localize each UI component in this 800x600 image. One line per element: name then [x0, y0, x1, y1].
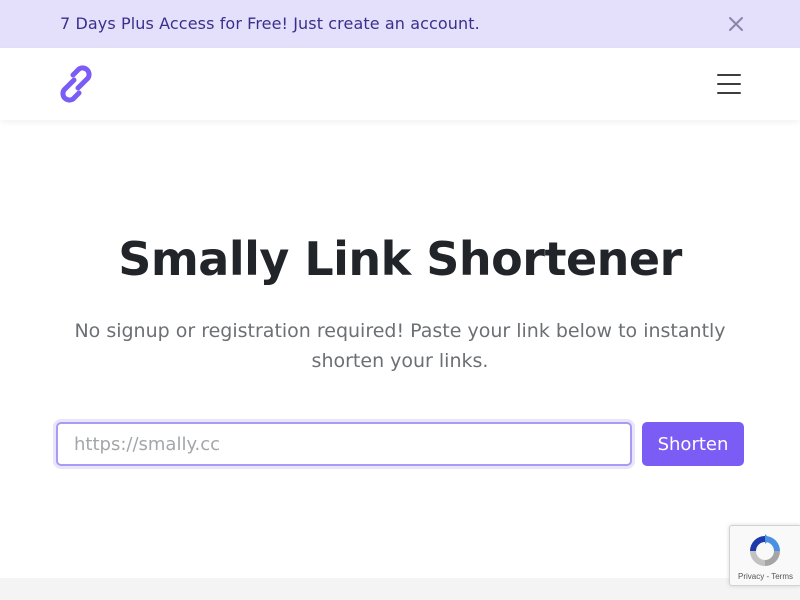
page-subtitle: No signup or registration required! Past… — [74, 320, 726, 372]
shorten-button[interactable]: Shorten — [642, 422, 744, 466]
promo-banner: 7 Days Plus Access for Free! Just create… — [0, 0, 800, 48]
recaptcha-icon — [746, 532, 784, 570]
recaptcha-terms-link[interactable]: Terms — [771, 572, 793, 581]
chain-link-icon[interactable] — [52, 62, 100, 106]
url-input[interactable] — [56, 422, 632, 466]
recaptcha-links: Privacy - Terms — [730, 572, 800, 581]
recaptcha-badge[interactable]: Privacy - Terms — [729, 525, 800, 586]
hamburger-menu-icon[interactable] — [712, 68, 746, 100]
navbar — [0, 48, 800, 120]
recaptcha-privacy-link[interactable]: Privacy — [738, 572, 764, 581]
page-title: Smally Link Shortener — [118, 232, 682, 286]
close-icon[interactable] — [724, 12, 748, 36]
footer-strip — [0, 578, 800, 600]
promo-text: 7 Days Plus Access for Free! Just create… — [60, 14, 480, 33]
